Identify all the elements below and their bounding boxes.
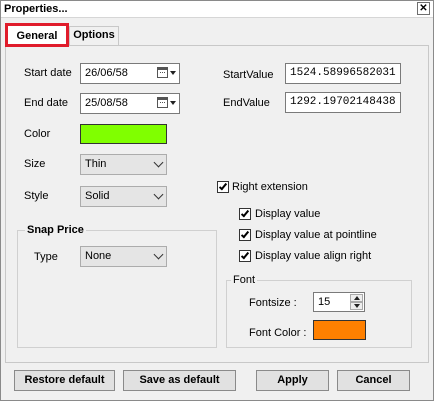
display-value-checkbox[interactable] [239,208,251,220]
start-value-label: StartValue [223,69,274,81]
checkmark-icon [240,229,250,239]
checkmark-icon [240,208,250,218]
right-extension-checkbox[interactable] [217,181,229,193]
snap-price-title: Snap Price [25,224,86,236]
save-as-default-button[interactable]: Save as default [123,370,236,391]
color-label: Color [24,128,51,140]
style-select-value: Solid [85,190,110,202]
tab-options[interactable]: Options [69,26,119,45]
properties-dialog: Properties... ✕ General Options Start da… [0,0,434,401]
chevron-down-icon [170,71,176,75]
end-value-input[interactable]: 1292.19702148438 [285,92,401,113]
window-title: Properties... [4,3,68,15]
display-value-align-right-label: Display value align right [255,250,372,262]
close-icon: ✕ [419,3,428,14]
end-date-dropdown-button[interactable] [156,96,176,111]
font-color-swatch[interactable] [313,320,366,340]
tab-general-label: General [16,30,58,42]
size-label: Size [24,158,46,170]
chevron-up-icon[interactable] [350,294,363,302]
style-select[interactable]: Solid [80,186,167,207]
calendar-icon [157,67,168,78]
font-color-label: Font Color : [249,327,307,339]
fontsize-spinner[interactable]: 15 [313,292,365,312]
tab-general[interactable]: General [5,23,69,47]
tab-options-label: Options [73,29,115,41]
snap-type-select-value: None [85,250,112,262]
size-select[interactable]: Thin [80,154,167,175]
calendar-icon [157,97,168,108]
start-date-picker[interactable]: 26/06/58 [80,63,180,84]
end-date-value: 25/08/58 [85,97,128,109]
type-label: Type [34,251,58,263]
font-group-title: Font [231,274,258,286]
fontsize-spin-buttons[interactable] [350,294,363,310]
display-value-pointline-checkbox[interactable] [239,229,251,241]
chevron-down-icon [153,189,164,200]
line-color-swatch[interactable] [80,124,167,144]
end-date-picker[interactable]: 25/08/58 [80,93,180,114]
fontsize-label: Fontsize : [249,297,297,309]
checkmark-icon [218,181,228,191]
chevron-down-icon[interactable] [350,302,363,310]
start-value-input[interactable]: 1524.58996582031 [285,63,401,84]
end-value-label: EndValue [223,97,270,109]
end-date-label: End date [24,97,69,109]
start-date-label: Start date [24,67,72,79]
style-label: Style [24,190,49,202]
close-button[interactable]: ✕ [417,2,430,15]
start-date-value: 26/06/58 [85,67,128,79]
chevron-down-icon [153,157,164,168]
display-value-pointline-label: Display value at pointline [255,229,377,241]
chevron-down-icon [153,249,164,260]
restore-default-button[interactable]: Restore default [14,370,115,391]
display-value-label: Display value [255,208,321,220]
fontsize-value: 15 [318,296,331,308]
start-date-dropdown-button[interactable] [156,66,176,81]
chevron-down-icon [170,101,176,105]
right-extension-label: Right extension [232,181,308,193]
snap-type-select[interactable]: None [80,246,167,267]
display-value-align-right-checkbox[interactable] [239,250,251,262]
size-select-value: Thin [85,158,107,170]
checkmark-icon [240,250,250,260]
apply-button[interactable]: Apply [256,370,329,391]
cancel-button[interactable]: Cancel [337,370,410,391]
title-bar: Properties... ✕ [1,1,433,18]
